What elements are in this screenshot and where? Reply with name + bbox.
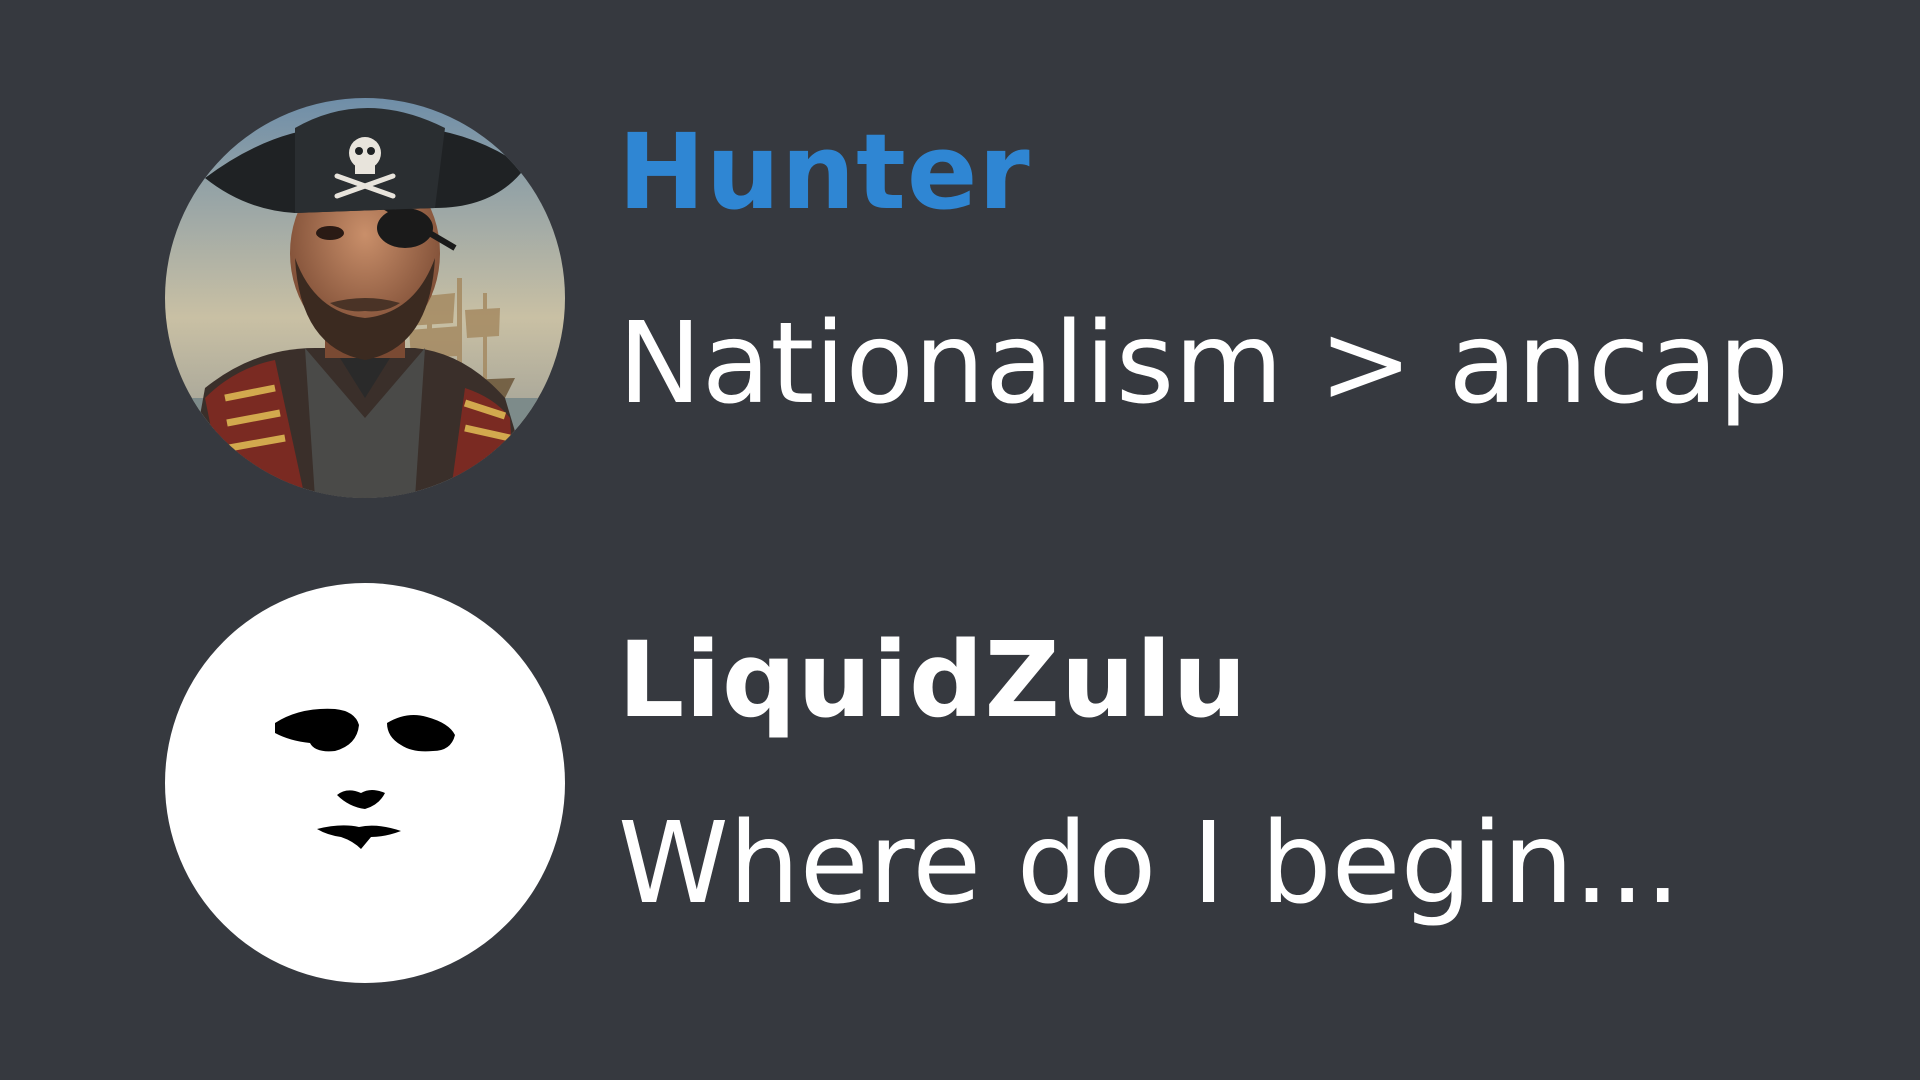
face-avatar-icon[interactable] — [165, 583, 565, 983]
pirate-avatar-icon[interactable] — [165, 98, 565, 498]
username-hunter[interactable]: Hunter — [618, 120, 1031, 224]
message-text: Nationalism > ancap — [618, 299, 1790, 429]
chat-message-hunter: Hunter Nationalism > ancap — [0, 90, 1920, 510]
message-text: Where do I begin... — [618, 799, 1681, 929]
chat-message-liquidzulu: LiquidZulu Where do I begin... — [0, 580, 1920, 1000]
username-liquidzulu[interactable]: LiquidZulu — [618, 628, 1248, 732]
